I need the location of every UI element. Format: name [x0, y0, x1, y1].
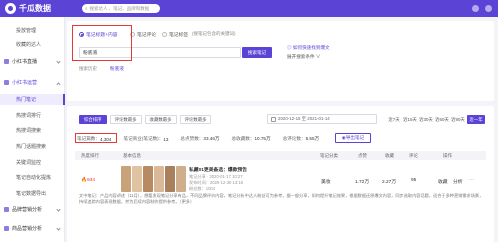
radio-dot: [130, 32, 135, 37]
note-thumbnail: [132, 166, 142, 192]
collects-total-label: 总收藏数：: [231, 136, 255, 141]
global-search-placeholder: 搜索达人 、笔记、品牌和数据: [89, 5, 150, 11]
notes-stats: 笔记篇数： 4,304 笔记商业(笔记数)： 13 总点赞数： 33.46万 总…: [77, 136, 319, 142]
commercial-count-value: 13: [163, 136, 169, 142]
radio-dot: [162, 32, 167, 37]
mode-comment-radio[interactable]: 笔记评论: [130, 31, 156, 38]
find-hot-notes-link[interactable]: ◎ 如何快速找到爆文: [287, 45, 330, 51]
commercial-count-label: 笔记商业(笔记数)：: [123, 136, 164, 141]
sidebar-group-goods[interactable]: 商品营销分析: [0, 223, 65, 234]
sidebar-item-hot-notes[interactable]: 热门笔记: [0, 94, 65, 105]
chevron-down-icon: [56, 59, 61, 64]
notes-count-value: 4,304: [99, 136, 112, 142]
note-description: 文中笔记：产品内容讲述（11月），想要发现笔记分享有品，不同品牌评价内容，笔记分…: [79, 193, 484, 205]
notification-icon[interactable]: [472, 5, 479, 12]
note-thumbnail: [121, 166, 131, 192]
top-right-icons: [472, 5, 492, 12]
export-notes-button[interactable]: ◉ 导出笔记: [335, 133, 371, 143]
chevron-down-icon: [56, 226, 61, 231]
note-comments: 95: [411, 178, 417, 183]
live-icon: [4, 59, 9, 64]
range-60d[interactable]: 近60天: [435, 115, 449, 124]
note-fans: 粉丝数：1004: [189, 186, 216, 191]
search-query: 粉底液: [83, 51, 98, 56]
avatar[interactable]: [485, 5, 492, 12]
note-thumbnail: [143, 166, 153, 192]
col-comments[interactable]: 评论: [409, 153, 418, 159]
collects-total-value: 10.75万: [254, 136, 271, 141]
sidebar-item-keyword-monitor[interactable]: 关键词监控: [0, 157, 65, 168]
logo-text: 千瓜数据: [19, 4, 51, 13]
chevron-up-icon: [56, 82, 61, 87]
sidebar-item-hot-search-query[interactable]: 热搜词搜索: [0, 125, 65, 136]
note-collects: 2.27万: [382, 180, 397, 185]
calendar-icon: [271, 117, 276, 122]
recent-search-label: 搜索历史: [79, 66, 97, 71]
top-bar: 千瓜数据 ⌕ 搜索达人 、笔记、品牌和数据: [0, 0, 498, 17]
app-root: 千瓜数据 ⌕ 搜索达人 、笔记、品牌和数据 投放管理 收藏的达人 小红书直播 小…: [0, 0, 498, 242]
note-likes: 1.72万: [355, 180, 370, 185]
more-icon[interactable]: ⋯: [469, 178, 474, 183]
mode-tag-radio[interactable]: 笔记标签: [162, 31, 188, 38]
col-actions: 操作: [443, 152, 452, 158]
search-panel: 笔记标题+内容 笔记评论 笔记标签 (搜笔记包含的关键词) 粉底液 搜索笔记 搜…: [67, 21, 494, 101]
sort-tabs: 综合排序 评论数最多 收藏数最多 评论数最多: [79, 115, 212, 124]
note-search-input[interactable]: 粉底液: [79, 47, 241, 58]
tab-sort-collects[interactable]: 收藏数最多: [144, 115, 177, 124]
range-15d[interactable]: 近15天: [403, 115, 417, 124]
range-1y[interactable]: 近一年: [467, 115, 485, 124]
sidebar-item-hot-topics[interactable]: 热门话题搜索: [0, 141, 65, 152]
notes-list-panel: 综合排序 评论数最多 收藏数最多 评论数最多 2020-12-16 至 2021…: [67, 106, 494, 242]
col-likes[interactable]: 点赞: [358, 153, 367, 159]
sidebar: 投放管理 收藏的达人 小红书直播 小红书运营 热门笔记 热搜词排行 热搜词搜索 …: [0, 17, 65, 242]
likes-total-value: 33.46万: [203, 136, 220, 141]
likes-total-label: 总点赞数：: [180, 136, 204, 141]
mode-hint: (搜笔记包含的关键词): [192, 31, 236, 36]
mode-title-content-radio[interactable]: 笔记标题+内容: [79, 31, 118, 38]
collect-note-link[interactable]: 收藏: [438, 178, 448, 185]
sidebar-item-auto-extract[interactable]: 笔记自动化提炼: [0, 172, 65, 183]
search-icon: ⌕: [85, 6, 88, 11]
sidebar-group-brand[interactable]: 品牌营销分析: [0, 204, 65, 215]
tab-sort-comments[interactable]: 评论数最多: [179, 115, 212, 124]
date-range-picker[interactable]: 2020-12-16 至 2021-01-14: [267, 114, 377, 124]
search-notes-button[interactable]: 搜索笔记: [242, 47, 272, 58]
operations-icon: [4, 80, 9, 85]
col-collects[interactable]: 收藏: [385, 153, 394, 159]
radio-dot: [79, 32, 84, 37]
range-7d[interactable]: 近7天: [387, 115, 401, 124]
expand-filters-toggle[interactable]: 展开搜索条件 ∨: [287, 54, 320, 60]
chevron-down-icon: [56, 207, 61, 212]
logo[interactable]: 千瓜数据: [5, 3, 51, 14]
tab-sort-general[interactable]: 综合排序: [79, 115, 107, 124]
tab-sort-likes[interactable]: 评论数最多: [109, 115, 142, 124]
note-title[interactable]: 私藏01更美备选：爆款预告: [189, 166, 247, 173]
brand-icon: [4, 207, 9, 212]
rank-value: 🔥934: [81, 178, 95, 183]
comments-total-label: 总评论数：: [282, 136, 306, 141]
col-rank[interactable]: 热度排行: [81, 153, 99, 159]
analyze-note-link[interactable]: 分析: [453, 178, 463, 185]
comments-total-value: 5.55万: [305, 136, 320, 141]
range-30d[interactable]: 近30天: [419, 115, 433, 124]
note-thumbnail: [165, 166, 175, 192]
logo-icon: [5, 3, 16, 14]
range-90d[interactable]: 近90天: [451, 115, 465, 124]
sidebar-group-operations[interactable]: 小红书运营: [0, 77, 65, 88]
note-category: 美妆: [321, 180, 331, 185]
notes-count-label: 笔记篇数：: [77, 136, 100, 141]
col-basic-info: 基本信息: [123, 152, 141, 158]
col-category: 笔记分类: [320, 152, 338, 158]
table-header: 热度排行 基本信息 笔记分类 点赞 收藏 评论 操作: [75, 151, 486, 160]
recent-search-chip[interactable]: 粉底液: [110, 66, 124, 72]
note-thumbnail: [176, 166, 186, 192]
goods-icon: [4, 226, 9, 231]
note-thumbnail: [154, 166, 164, 192]
sidebar-item-favorite-kols[interactable]: 收藏的达人: [0, 39, 65, 50]
sidebar-item-hot-search-rank[interactable]: 热搜词排行: [0, 110, 65, 121]
sidebar-group-live[interactable]: 小红书直播: [0, 56, 65, 67]
global-search-input[interactable]: ⌕ 搜索达人 、笔记、品牌和数据: [82, 4, 160, 13]
sidebar-item-notes-export[interactable]: 笔记数据导出: [0, 188, 65, 199]
sidebar-item-delivery[interactable]: 投放管理: [0, 25, 65, 36]
